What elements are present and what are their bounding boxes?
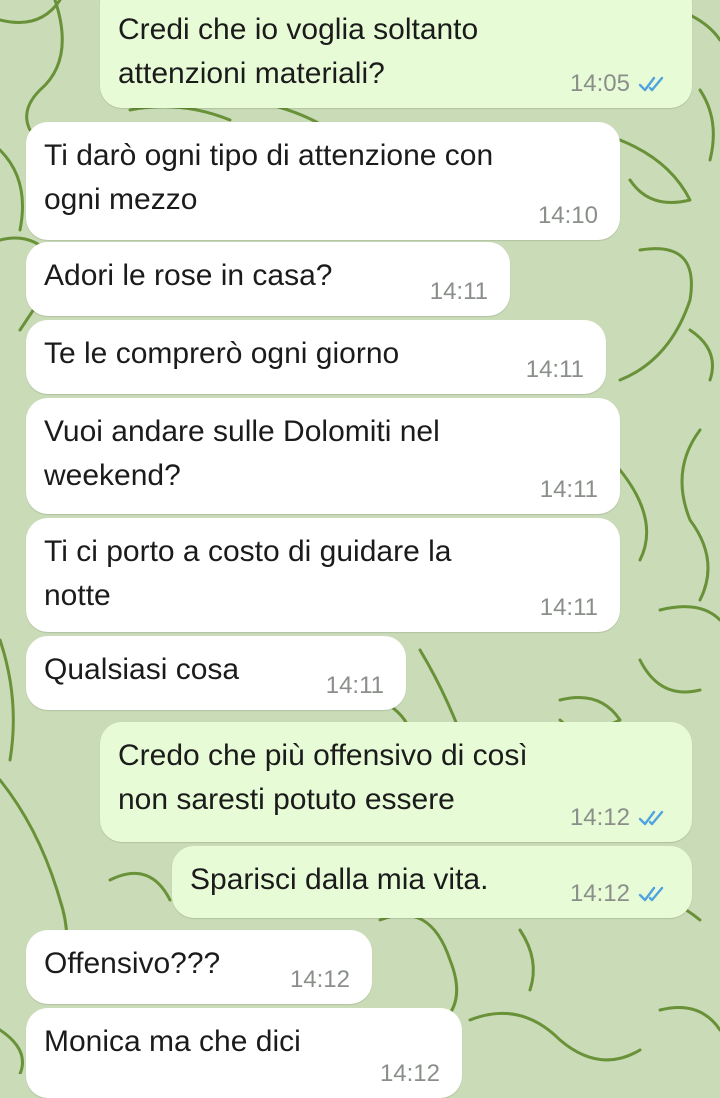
outgoing-message[interactable]: Sparisci dalla mia vita. 14:12	[172, 846, 692, 918]
message-time: 14:12	[569, 880, 630, 907]
message-meta: 14:11	[540, 594, 598, 622]
message-time: 14:11	[539, 594, 598, 621]
message-time: 14:12	[379, 1060, 440, 1087]
message-meta: 14:11	[326, 672, 384, 700]
message-text: Monica ma che dici	[44, 1025, 301, 1058]
incoming-message[interactable]: Offensivo??? 14:12	[26, 930, 372, 1004]
message-text: Sparisci dalla mia vita.	[190, 863, 489, 896]
message-meta: 14:10	[538, 202, 598, 230]
outgoing-message[interactable]: Credo che più offensivo di così non sare…	[100, 722, 692, 842]
message-meta: 14:11	[540, 476, 598, 504]
message-meta: 14:05	[570, 70, 668, 98]
message-time: 14:11	[525, 356, 584, 383]
incoming-message[interactable]: Te le comprerò ogni giorno 14:11	[26, 320, 606, 394]
double-check-icon	[638, 76, 664, 92]
message-meta: 14:11	[430, 278, 488, 306]
message-text: Te le comprerò ogni giorno	[44, 337, 400, 370]
incoming-message[interactable]: Ti ci porto a costo di guidare la notte 1…	[26, 518, 620, 632]
message-text: Qualsiasi cosa	[44, 653, 240, 686]
message-time: 14:11	[539, 476, 598, 503]
incoming-message[interactable]: Qualsiasi cosa 14:11	[26, 636, 406, 710]
message-time: 14:11	[429, 278, 488, 305]
message-meta: 14:12	[380, 1060, 440, 1088]
message-meta: 14:12	[570, 804, 668, 832]
message-time: 14:05	[569, 70, 630, 97]
message-text: Offensivo???	[44, 947, 221, 980]
message-meta: 14:12	[290, 966, 350, 994]
message-text: Adori le rose in casa?	[44, 259, 333, 292]
message-text: Credi che io voglia soltanto attenzioni …	[118, 13, 479, 90]
message-time: 14:12	[289, 966, 350, 993]
message-text: Credo che più offensivo di così non sare…	[118, 739, 528, 816]
double-check-icon	[638, 886, 664, 902]
message-meta: 14:11	[526, 356, 584, 384]
message-time: 14:12	[569, 804, 630, 831]
message-meta: 14:12	[570, 880, 668, 908]
message-time: 14:10	[537, 202, 598, 229]
message-text: Vuoi andare sulle Dolomiti nel weekend?	[44, 415, 440, 492]
outgoing-message[interactable]: Credi che io voglia soltanto attenzioni …	[100, 0, 692, 108]
incoming-message[interactable]: Ti darò ogni tipo di attenzione con ogni…	[26, 122, 620, 240]
incoming-message[interactable]: Monica ma che dici 14:12	[26, 1008, 462, 1098]
incoming-message[interactable]: Adori le rose in casa? 14:11	[26, 242, 510, 316]
message-text: Ti darò ogni tipo di attenzione con ogni…	[44, 139, 494, 216]
message-text: Ti ci porto a costo di guidare la notte	[44, 535, 452, 612]
message-list[interactable]: Credi che io voglia soltanto attenzioni …	[0, 0, 720, 1098]
incoming-message[interactable]: Vuoi andare sulle Dolomiti nel weekend? 1…	[26, 398, 620, 514]
message-time: 14:11	[325, 672, 384, 699]
double-check-icon	[638, 810, 664, 826]
